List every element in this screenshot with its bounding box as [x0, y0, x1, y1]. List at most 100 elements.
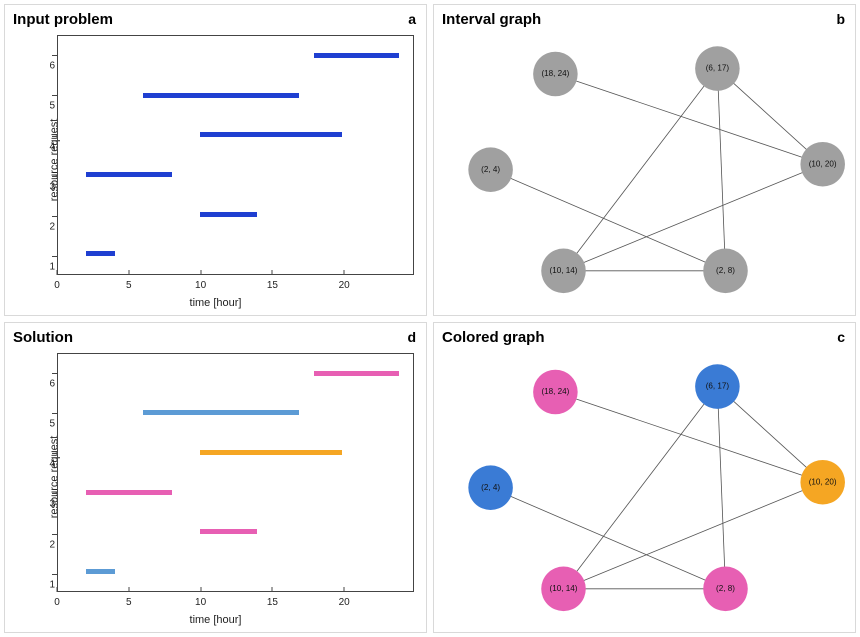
graph-node: (6, 17) — [695, 364, 740, 409]
panel-b-graph: (18, 24) (6, 17) (2, 4) (10, 20) (10, 14) (2,… — [442, 33, 847, 306]
x-tick-mark — [57, 587, 58, 592]
panel-a-letter: a — [408, 11, 416, 27]
y-tick-mark — [52, 176, 57, 177]
panel-c-graph: (18, 24) (6, 17) (2, 4) (10, 20) (10, 14) (2,… — [442, 351, 847, 624]
graph-node: (10, 14) — [541, 249, 586, 294]
x-tick-label: 20 — [339, 597, 350, 608]
panel-b-letter: b — [836, 11, 845, 27]
interval-bar — [86, 172, 171, 177]
graph-node-label: (10, 20) — [809, 159, 837, 168]
y-tick-label: 1 — [43, 579, 55, 590]
y-tick-mark — [52, 373, 57, 374]
panel-a: Input problem a resource request time [h… — [4, 4, 427, 316]
x-tick-mark — [200, 270, 201, 275]
y-tick-mark — [52, 95, 57, 96]
x-tick-label: 5 — [126, 597, 132, 608]
panel-c-title: Colored graph — [442, 329, 847, 346]
panel-b: Interval graph b (18, 24)(6, 17)(2, 4)(1… — [433, 4, 856, 316]
graph-node-label: (10, 14) — [550, 583, 578, 592]
interval-bar — [86, 251, 114, 256]
graph-node-label: (18, 24) — [541, 69, 569, 78]
interval-bar — [200, 212, 257, 217]
y-tick-mark — [52, 55, 57, 56]
interval-bar — [314, 371, 399, 376]
interval-bar — [200, 450, 342, 455]
y-tick-mark — [52, 256, 57, 257]
x-tick-label: 5 — [126, 280, 132, 291]
x-tick-label: 15 — [267, 280, 278, 291]
panel-a-xlabel: time [hour] — [5, 297, 426, 309]
y-tick-mark — [52, 413, 57, 414]
x-tick-label: 0 — [54, 597, 60, 608]
x-tick-label: 0 — [54, 280, 60, 291]
graph-edge — [555, 392, 822, 482]
y-tick-label: 6 — [43, 61, 55, 72]
y-tick-mark — [52, 493, 57, 494]
graph-node-label: (10, 14) — [550, 266, 578, 275]
x-tick-mark — [57, 270, 58, 275]
graph-edge — [491, 170, 726, 271]
x-tick-mark — [272, 270, 273, 275]
interval-bar — [314, 53, 399, 58]
graph-node: (10, 20) — [800, 142, 845, 187]
graph-node-label: (18, 24) — [541, 387, 569, 396]
y-tick-label: 3 — [43, 181, 55, 192]
graph-node: (18, 24) — [533, 52, 578, 97]
graph-edge — [717, 386, 725, 588]
y-tick-label: 6 — [43, 378, 55, 389]
interval-bar — [200, 529, 257, 534]
interval-bar — [143, 410, 299, 415]
panel-d-letter: d — [407, 329, 416, 345]
graph-node-label: (2, 4) — [481, 165, 500, 174]
x-tick-mark — [200, 587, 201, 592]
panel-c: Colored graph c (18, 24) (6, 17) (2, 4) (10… — [433, 322, 856, 634]
y-tick-mark — [52, 574, 57, 575]
panel-a-title: Input problem — [13, 11, 418, 28]
y-tick-mark — [52, 136, 57, 137]
interval-bar — [200, 132, 342, 137]
x-tick-label: 20 — [339, 280, 350, 291]
panel-c-letter: c — [837, 329, 845, 345]
y-tick-mark — [52, 453, 57, 454]
x-tick-label: 10 — [195, 280, 206, 291]
graph-node: (18, 24) — [533, 369, 578, 414]
graph-node: (6, 17) — [695, 46, 740, 91]
y-tick-label: 4 — [43, 459, 55, 470]
x-tick-mark — [272, 587, 273, 592]
x-tick-label: 15 — [267, 597, 278, 608]
graph-node-label: (6, 17) — [706, 64, 730, 73]
interval-bar — [143, 93, 299, 98]
panel-a-plot-area — [57, 35, 414, 275]
x-tick-mark — [344, 270, 345, 275]
graph-node-label: (2, 8) — [716, 266, 735, 275]
y-tick-mark — [52, 534, 57, 535]
graph-edge — [564, 386, 718, 588]
interval-bar — [86, 569, 114, 574]
graph-node: (2, 4) — [468, 147, 513, 192]
x-tick-mark — [344, 587, 345, 592]
y-tick-mark — [52, 216, 57, 217]
x-tick-label: 10 — [195, 597, 206, 608]
graph-edge — [564, 69, 718, 271]
graph-node: (2, 8) — [703, 249, 748, 294]
y-tick-label: 1 — [43, 262, 55, 273]
graph-node-label: (6, 17) — [706, 381, 730, 390]
graph-edge — [555, 74, 822, 164]
graph-node: (10, 14) — [541, 566, 586, 611]
interval-bar — [86, 490, 171, 495]
graph-node-label: (2, 4) — [481, 482, 500, 491]
figure-grid: Input problem a resource request time [h… — [0, 0, 860, 637]
graph-node: (10, 20) — [800, 459, 845, 504]
graph-edge — [491, 487, 726, 588]
panel-d-plot-area — [57, 353, 414, 593]
panel-b-title: Interval graph — [442, 11, 847, 28]
graph-node: (2, 4) — [468, 465, 513, 510]
graph-node: (2, 8) — [703, 566, 748, 611]
y-tick-label: 5 — [43, 101, 55, 112]
y-tick-label: 4 — [43, 141, 55, 152]
x-tick-mark — [128, 270, 129, 275]
panel-d-title: Solution — [13, 329, 418, 346]
panel-d-xlabel: time [hour] — [5, 614, 426, 626]
y-tick-label: 5 — [43, 418, 55, 429]
y-tick-label: 2 — [43, 222, 55, 233]
